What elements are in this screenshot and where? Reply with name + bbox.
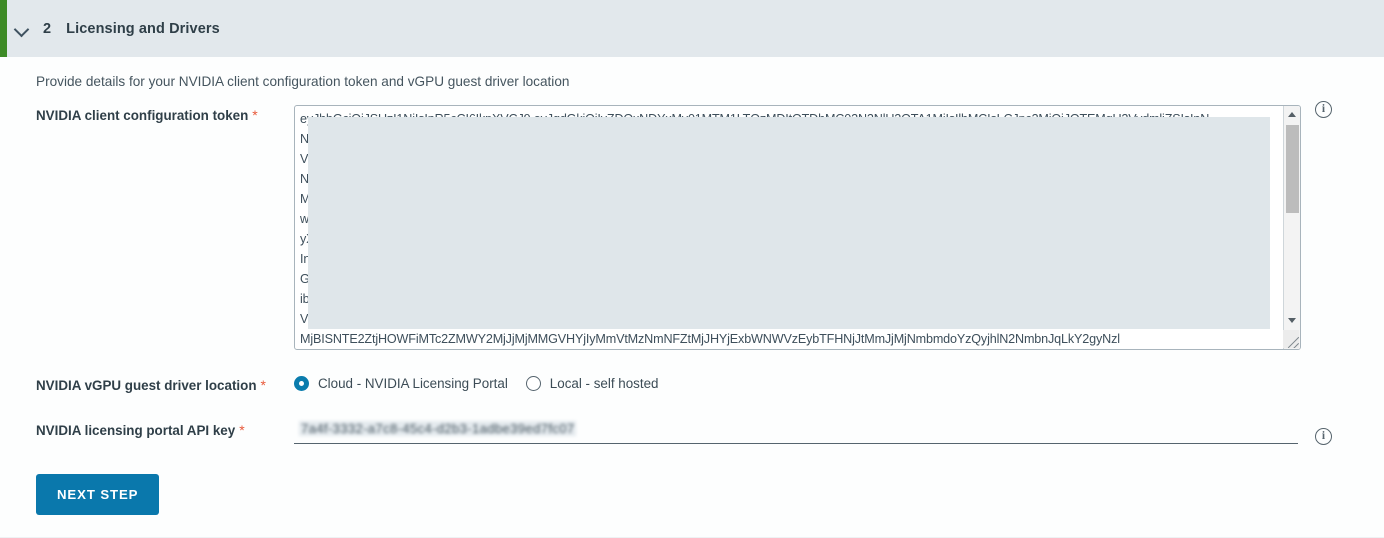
scrollbar-thumb[interactable] <box>1286 124 1299 213</box>
driver-location-label-text: NVIDIA vGPU guest driver location <box>36 377 257 393</box>
step-accent-bar <box>0 0 7 57</box>
driver-location-required-mark: * <box>260 376 266 393</box>
section-description: Provide details for your NVIDIA client c… <box>36 74 570 89</box>
api-key-label-text: NVIDIA licensing portal API key <box>36 422 236 438</box>
driver-location-radio-group: Cloud - NVIDIA Licensing Portal Local - … <box>294 375 676 391</box>
driver-location-row: NVIDIA vGPU guest driver location * Cloud… <box>0 375 1384 394</box>
scroll-up-arrow-icon[interactable] <box>1284 107 1300 123</box>
token-textarea[interactable]: eyJhbGciOiJSUzI1NiIsInR5cCI6IkpXVCJ9.eyJ… <box>294 104 1301 350</box>
scroll-down-arrow-icon[interactable] <box>1284 313 1300 329</box>
driver-location-label: NVIDIA vGPU guest driver location * <box>36 375 294 394</box>
step-header[interactable]: 2 Licensing and Drivers <box>0 0 1384 57</box>
token-redaction-overlay <box>308 116 1270 329</box>
licensing-and-drivers-step: 2 Licensing and Drivers Provide details … <box>0 0 1384 538</box>
radio-label-local: Local - self hosted <box>549 375 659 391</box>
api-key-input[interactable]: 7a4f-3332-a7c8-45c4-d2b3-1adbe39ed7fc07 <box>294 420 1298 444</box>
next-step-button[interactable]: NEXT STEP <box>36 473 160 515</box>
api-key-value: 7a4f-3332-a7c8-45c4-d2b3-1adbe39ed7fc07 <box>299 420 577 436</box>
token-row: NVIDIA client configuration token* eyJhb… <box>0 104 1384 350</box>
token-textarea-scrollbar[interactable] <box>1283 105 1300 349</box>
token-info-icon[interactable]: i <box>1315 101 1332 118</box>
textarea-resize-grip[interactable] <box>1283 329 1299 348</box>
chevron-down-icon[interactable] <box>14 21 30 37</box>
token-textarea-wrap: eyJhbGciOiJSUzI1NiIsInR5cCI6IkpXVCJ9.eyJ… <box>294 104 1301 350</box>
radio-option-cloud[interactable]: Cloud - NVIDIA Licensing Portal <box>294 375 508 391</box>
step-title: Licensing and Drivers <box>66 20 220 37</box>
radio-unselected-icon[interactable] <box>525 375 541 391</box>
api-key-required-mark: * <box>239 421 245 438</box>
radio-label-cloud: Cloud - NVIDIA Licensing Portal <box>318 375 508 391</box>
token-required-mark: * <box>252 106 258 123</box>
api-key-row: NVIDIA licensing portal API key * 7a4f-33… <box>0 420 1384 444</box>
action-row: NEXT STEP <box>0 473 1384 515</box>
radio-option-local[interactable]: Local - self hosted <box>525 375 659 391</box>
step-body: Provide details for your NVIDIA client c… <box>0 57 1384 515</box>
token-label-text: NVIDIA client configuration token <box>36 107 249 123</box>
token-label: NVIDIA client configuration token * <box>36 105 294 124</box>
radio-selected-icon[interactable] <box>294 375 309 391</box>
api-key-info-icon[interactable]: i <box>1315 428 1332 445</box>
step-number: 2 <box>43 20 52 37</box>
api-key-label: NVIDIA licensing portal API key * <box>36 420 294 439</box>
